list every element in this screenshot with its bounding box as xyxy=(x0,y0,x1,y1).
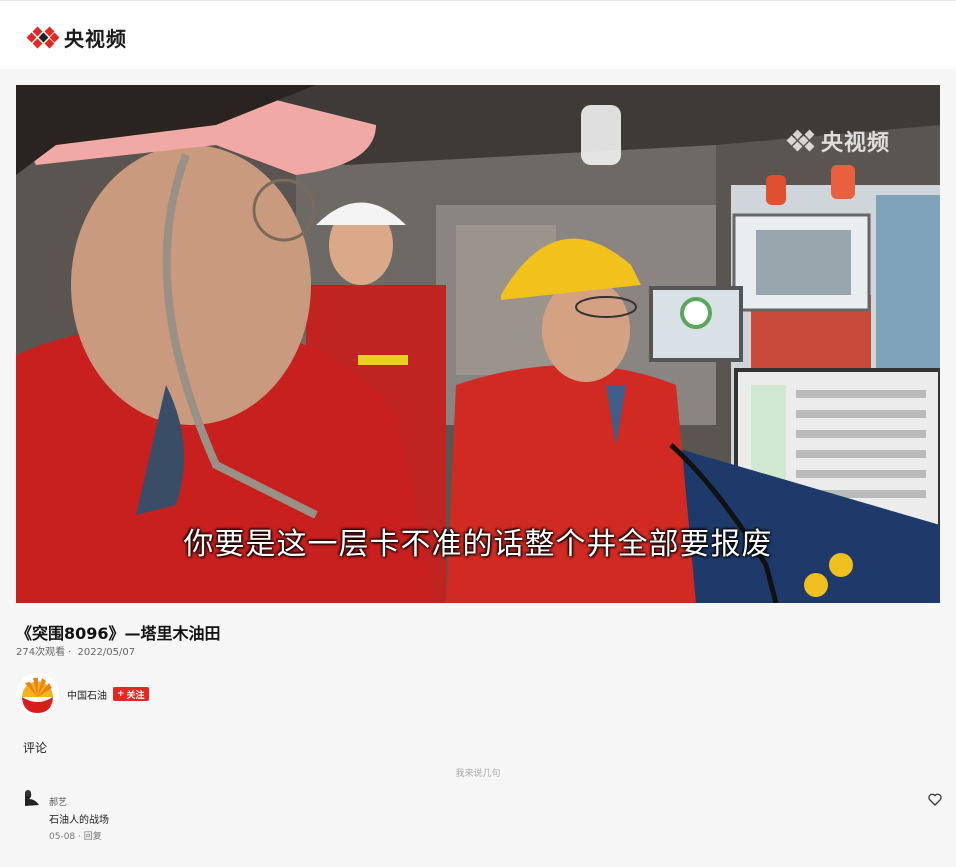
comment-item: 郝艺 石油人的战场 05-08 · 回复 xyxy=(22,788,942,848)
heart-icon[interactable] xyxy=(928,791,942,806)
comment-meta-separator: · xyxy=(78,832,81,842)
plus-icon: + xyxy=(117,689,125,699)
brand-name: 央视频 xyxy=(64,27,127,51)
cctv-video-logo-icon xyxy=(25,26,60,50)
commenter-avatar[interactable] xyxy=(22,788,42,808)
reply-button[interactable]: 回复 xyxy=(84,832,102,842)
video-title: 《突围8096》—塔里木油田 xyxy=(16,624,221,643)
follow-button[interactable]: + 关注 xyxy=(113,687,149,701)
follow-label: 关注 xyxy=(126,690,145,701)
video-player[interactable]: 央视频 你要是这一层卡不准的话整个井全部要报废 xyxy=(16,85,940,603)
comment-time: 05-08 xyxy=(49,832,76,842)
petrochina-logo-icon[interactable] xyxy=(16,672,59,716)
video-meta: 274次观看 · 2022/05/07 xyxy=(16,643,138,658)
comment-text: 石油人的战场 xyxy=(49,815,109,826)
channel-name[interactable]: 中国石油 xyxy=(67,687,107,702)
channel-row: 中国石油 + 关注 xyxy=(16,672,149,716)
video-subtitle: 你要是这一层卡不准的话整个井全部要报废 xyxy=(183,527,773,562)
comments-header: 评论 xyxy=(23,741,48,755)
publish-date: 2022/05/07 xyxy=(77,647,136,658)
brand-logo[interactable]: 央视频 xyxy=(25,23,127,52)
view-count: 274次观看 xyxy=(16,647,66,658)
commenter-name[interactable]: 郝艺 xyxy=(49,795,67,808)
top-bar: 央视频 xyxy=(0,0,956,69)
video-watermark: 央视频 xyxy=(785,125,890,157)
watermark-text: 央视频 xyxy=(820,131,890,156)
watermark-logo-icon xyxy=(785,129,815,153)
comment-meta: 05-08 · 回复 xyxy=(49,829,102,842)
comment-input[interactable]: 我来说几句 xyxy=(0,766,956,779)
meta-separator: · xyxy=(68,647,72,658)
